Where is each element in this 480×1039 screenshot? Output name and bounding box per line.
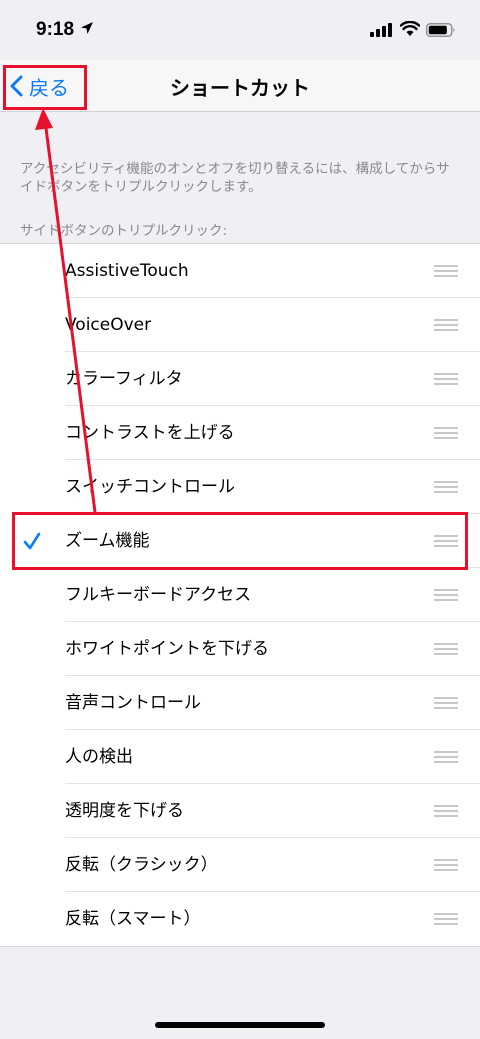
reorder-handle-icon[interactable] bbox=[434, 805, 458, 817]
description-text: アクセシビリティ機能のオンとオフを切り替えるには、構成してからサイドボタンをトリ… bbox=[20, 161, 450, 195]
list-item[interactable]: 反転（クラシック） bbox=[0, 838, 480, 892]
list-item[interactable]: AssistiveTouch bbox=[0, 244, 480, 298]
list-item[interactable]: 人の検出 bbox=[0, 730, 480, 784]
reorder-handle-icon[interactable] bbox=[434, 427, 458, 439]
highlight-back-button bbox=[3, 65, 87, 110]
section-header: サイドボタンのトリプルクリック: bbox=[20, 223, 228, 239]
list-item-label: VoiceOver bbox=[65, 315, 152, 335]
list-item-label: カラーフィルタ bbox=[65, 369, 183, 389]
list-item[interactable]: フルキーボードアクセス bbox=[0, 568, 480, 622]
list-item-label: 音声コントロール bbox=[65, 693, 201, 713]
list-item-label: 人の検出 bbox=[65, 747, 133, 767]
reorder-handle-icon[interactable] bbox=[434, 913, 458, 925]
list-item[interactable]: コントラストを上げる bbox=[0, 406, 480, 460]
list-item-label: フルキーボードアクセス bbox=[65, 585, 252, 605]
status-bar: 9:18 bbox=[0, 0, 480, 60]
reorder-handle-icon[interactable] bbox=[434, 481, 458, 493]
wifi-icon bbox=[400, 21, 420, 36]
battery-icon bbox=[426, 23, 455, 37]
list-item[interactable]: スイッチコントロール bbox=[0, 460, 480, 514]
reorder-handle-icon[interactable] bbox=[434, 589, 458, 601]
reorder-handle-icon[interactable] bbox=[434, 697, 458, 709]
list-item[interactable]: 透明度を下げる bbox=[0, 784, 480, 838]
list-item-label: 透明度を下げる bbox=[65, 801, 184, 821]
list-item-label: 反転（クラシック） bbox=[65, 855, 218, 875]
list-item[interactable]: ホワイトポイントを下げる bbox=[0, 622, 480, 676]
list-item[interactable]: 反転（スマート） bbox=[0, 892, 480, 946]
highlight-zoom-row bbox=[12, 512, 468, 570]
list-item[interactable]: カラーフィルタ bbox=[0, 352, 480, 406]
status-time: 9:18 bbox=[36, 19, 75, 40]
reorder-handle-icon[interactable] bbox=[434, 265, 458, 277]
list-item[interactable]: 音声コントロール bbox=[0, 676, 480, 730]
list-item-label: AssistiveTouch bbox=[65, 261, 189, 281]
list-item-label: コントラストを上げる bbox=[65, 423, 235, 443]
reorder-handle-icon[interactable] bbox=[434, 643, 458, 655]
list-item-label: スイッチコントロール bbox=[65, 477, 235, 497]
list-item-label: ホワイトポイントを下げる bbox=[65, 639, 269, 659]
home-indicator[interactable] bbox=[155, 1022, 325, 1028]
list-item-label: 反転（スマート） bbox=[65, 909, 201, 929]
location-arrow-icon bbox=[81, 22, 93, 34]
list-item[interactable]: VoiceOver bbox=[0, 298, 480, 352]
reorder-handle-icon[interactable] bbox=[434, 373, 458, 385]
shortcut-list: AssistiveTouch VoiceOver カラーフィルタコントラストを上げる… bbox=[0, 243, 480, 947]
reorder-handle-icon[interactable] bbox=[434, 751, 458, 763]
cellular-signal-icon bbox=[370, 23, 392, 37]
reorder-handle-icon[interactable] bbox=[434, 859, 458, 871]
reorder-handle-icon[interactable] bbox=[434, 319, 458, 331]
